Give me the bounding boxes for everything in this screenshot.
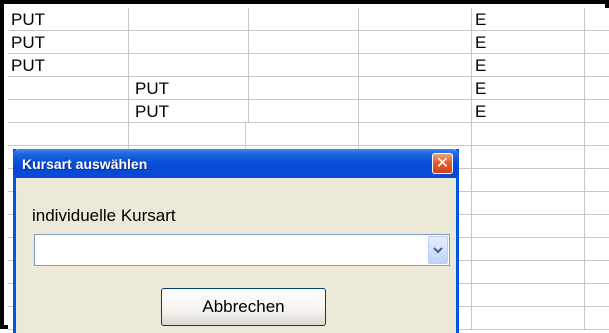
kursart-label: individuelle Kursart xyxy=(32,206,176,225)
kursart-dialog: Kursart auswählen ✕ individuelle Kursart… xyxy=(13,149,459,333)
table-cell[interactable] xyxy=(246,77,359,100)
table-row: PUT E xyxy=(8,8,609,31)
table-cell[interactable]: PUT xyxy=(8,54,129,77)
table-cell[interactable] xyxy=(472,238,585,261)
table-cell[interactable]: E xyxy=(472,100,585,123)
table-cell[interactable] xyxy=(246,54,359,77)
cancel-button[interactable]: Abbrechen xyxy=(161,288,326,326)
table-cell[interactable]: PUT xyxy=(8,31,129,54)
table-cell[interactable] xyxy=(359,54,472,77)
table-cell[interactable] xyxy=(472,284,585,307)
chevron-down-icon xyxy=(433,247,443,254)
table-row: PUT E xyxy=(8,31,609,54)
table-row: PUT E xyxy=(8,77,609,100)
table-cell[interactable] xyxy=(359,31,472,54)
table-cell[interactable] xyxy=(472,169,585,192)
table-row: PUT E xyxy=(8,54,609,77)
table-cell[interactable] xyxy=(585,146,609,169)
table-cell[interactable] xyxy=(472,192,585,215)
dropdown-button[interactable] xyxy=(428,236,448,264)
table-cell[interactable] xyxy=(246,123,359,146)
table-cell[interactable] xyxy=(472,261,585,284)
table-cell[interactable]: E xyxy=(472,31,585,54)
table-cell[interactable] xyxy=(246,8,359,31)
table-cell[interactable] xyxy=(129,31,249,54)
table-cell[interactable] xyxy=(8,77,129,100)
table-cell[interactable] xyxy=(472,123,585,146)
table-cell[interactable] xyxy=(8,123,129,146)
table-cell[interactable] xyxy=(585,123,609,146)
table-cell[interactable] xyxy=(585,100,609,123)
dialog-titlebar[interactable]: Kursart auswählen ✕ xyxy=(13,149,459,178)
table-cell[interactable] xyxy=(585,169,609,192)
table-cell[interactable]: PUT xyxy=(129,100,249,123)
table-cell[interactable]: E xyxy=(472,77,585,100)
table-cell[interactable] xyxy=(585,31,609,54)
table-cell[interactable] xyxy=(8,100,129,123)
table-row xyxy=(8,123,609,146)
kursart-select[interactable] xyxy=(34,234,450,266)
table-cell[interactable] xyxy=(129,54,249,77)
table-cell[interactable] xyxy=(129,8,249,31)
table-cell[interactable] xyxy=(585,215,609,238)
table-cell[interactable] xyxy=(585,192,609,215)
table-cell[interactable] xyxy=(246,31,359,54)
table-row: PUT E xyxy=(8,100,609,123)
table-cell[interactable]: E xyxy=(472,54,585,77)
table-cell[interactable] xyxy=(129,123,246,146)
table-cell[interactable] xyxy=(585,54,609,77)
table-cell[interactable] xyxy=(359,123,472,146)
table-cell[interactable] xyxy=(472,146,585,169)
table-cell[interactable] xyxy=(585,238,609,261)
dialog-title: Kursart auswählen xyxy=(22,156,148,172)
table-cell[interactable]: PUT xyxy=(8,8,129,31)
close-button[interactable]: ✕ xyxy=(432,153,453,174)
table-cell[interactable]: PUT xyxy=(129,77,249,100)
table-cell[interactable] xyxy=(359,100,472,123)
table-cell[interactable] xyxy=(585,307,609,330)
table-cell[interactable] xyxy=(585,261,609,284)
table-cell[interactable]: E xyxy=(472,8,585,31)
table-cell[interactable] xyxy=(585,77,609,100)
window-frame: PUT E PUT E PUT E PUT E PUT E Kursart auswählen ✕… xyxy=(0,0,609,333)
table-cell[interactable] xyxy=(585,8,609,31)
table-cell[interactable] xyxy=(359,8,472,31)
table-cell[interactable] xyxy=(472,307,585,330)
table-cell[interactable] xyxy=(246,100,359,123)
close-icon: ✕ xyxy=(435,153,450,172)
table-cell[interactable] xyxy=(585,284,609,307)
table-cell[interactable] xyxy=(472,215,585,238)
table-cell[interactable] xyxy=(359,77,472,100)
